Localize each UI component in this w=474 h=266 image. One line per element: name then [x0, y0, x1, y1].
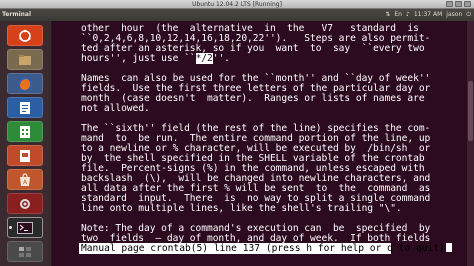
terminal-scrollbar[interactable] [467, 21, 474, 266]
network-icon[interactable]: ⇅ [385, 9, 390, 21]
software-center-icon[interactable]: A [7, 169, 43, 190]
impress-icon[interactable] [7, 145, 43, 166]
files-icon[interactable] [7, 49, 43, 70]
vm-window-controls [446, 1, 471, 7]
vm-window-titlebar: Ubuntu 12.04.2 LTS [Running] [0, 0, 474, 9]
pager-status-bar: Manual page crontab(5) line 137 (press h… [79, 243, 452, 254]
close-button[interactable] [464, 1, 471, 7]
indicator-area: ⇅ En ♪ 11:37 AM jason ⏻ [385, 9, 471, 21]
pager-status-text: Manual page crontab(5) line 137 (press h… [81, 243, 445, 254]
workspace-switcher-icon[interactable] [7, 241, 43, 262]
minimize-button[interactable] [446, 1, 453, 7]
terminal-icon[interactable] [7, 217, 43, 238]
calc-icon[interactable] [7, 121, 43, 142]
scrollbar-thumb[interactable] [468, 81, 473, 141]
firefox-icon[interactable] [7, 73, 43, 94]
unity-launcher: A [0, 21, 52, 266]
dash-home-icon[interactable] [7, 25, 43, 46]
man-line: hours'', just use ``*/2''. [81, 53, 230, 64]
clock[interactable]: 11:37 AM [414, 9, 442, 21]
volume-icon[interactable]: ♪ [406, 9, 410, 21]
terminal-window[interactable]: other hour (the alternative in the V7 st… [52, 21, 474, 266]
top-panel: Terminal ⇅ En ♪ 11:37 AM jason ⏻ [0, 9, 474, 21]
man-line: line onto multiple lines, like the shell… [81, 203, 402, 214]
man-line: not allowed. [81, 103, 150, 114]
power-icon[interactable]: ⏻ [466, 9, 471, 21]
vm-window-title: Ubuntu 12.04.2 LTS [Running] [192, 1, 282, 8]
writer-icon[interactable] [7, 97, 43, 118]
active-app-title: Terminal [2, 11, 32, 18]
settings-icon[interactable] [7, 193, 43, 214]
user-menu[interactable]: jason [446, 9, 462, 21]
running-indicator [9, 226, 12, 229]
man-line-tail: ''. [212, 53, 230, 64]
man-line-text: hours'', just use `` [81, 53, 196, 64]
maximize-button[interactable] [455, 1, 462, 7]
language-icon[interactable]: En [394, 9, 402, 21]
text-cursor [445, 243, 452, 252]
search-highlight: */2 [195, 53, 213, 64]
